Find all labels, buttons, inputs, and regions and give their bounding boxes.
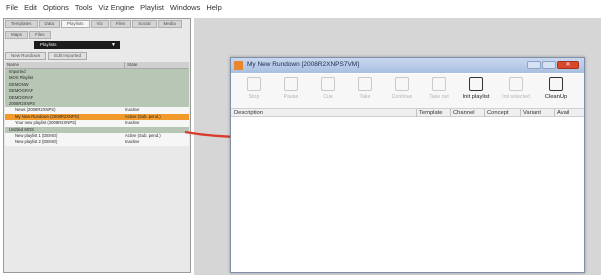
tree-row-state: Inactive	[125, 139, 140, 145]
column-divider[interactable]	[450, 109, 451, 117]
continue-icon	[395, 77, 409, 91]
take-button[interactable]: Take	[348, 75, 380, 107]
stop-button[interactable]: Stop	[237, 75, 269, 107]
playlist-panel: Templates Data Playlists Viz Files Socia…	[3, 18, 191, 273]
cleanup-label: CleanUp	[544, 94, 568, 100]
tab-viz[interactable]: Viz	[90, 20, 109, 28]
stop-label: Stop	[248, 94, 260, 100]
playlist-tree: Name State Imported MOS Playlist DEMONW DEM…	[5, 62, 189, 146]
menu-edit[interactable]: Edit	[24, 3, 37, 12]
column-variant[interactable]: Variant	[523, 110, 541, 116]
init-playlist-button[interactable]: Init playlist	[459, 75, 491, 107]
init-playlist-label: Init playlist	[462, 94, 490, 100]
column-concept[interactable]: Concept	[487, 110, 509, 116]
pause-label: Pause	[283, 94, 299, 100]
init-playlist-icon	[469, 77, 483, 91]
column-divider[interactable]	[416, 109, 417, 117]
column-divider[interactable]	[520, 109, 521, 117]
menu-bar: File Edit Options Tools Viz Engine Playl…	[0, 0, 601, 14]
rundown-toolbar: Stop Pause Cue Take Continue Take out In…	[231, 74, 584, 108]
tree-playlist-row[interactable]: New playlist 2 (DEMO) Inactive	[5, 139, 189, 146]
rundown-title: My New Rundown [2008R2XNPS7VM]	[247, 61, 359, 68]
tab-playlists[interactable]: Playlists	[61, 20, 90, 28]
cleanup-icon	[549, 77, 563, 91]
column-description[interactable]: Description	[234, 110, 263, 116]
menu-help[interactable]: Help	[206, 3, 221, 12]
new-rundown-button[interactable]: New Rundown	[5, 52, 47, 60]
panel-tabs: Templates Data Playlists Viz Files Socia…	[5, 20, 189, 40]
tree-column-state[interactable]: State	[125, 62, 138, 68]
tab-data[interactable]: Data	[38, 20, 61, 28]
menu-playlist[interactable]: Playlist	[140, 3, 164, 12]
cleanup-button[interactable]: CleanUp	[539, 75, 571, 107]
menu-options[interactable]: Options	[43, 3, 69, 12]
menu-viz-engine[interactable]: Viz Engine	[98, 3, 134, 12]
init-selected-icon	[509, 77, 523, 91]
menu-file[interactable]: File	[6, 3, 18, 12]
continue-label: Continue	[391, 94, 413, 100]
tab-maps[interactable]: Maps	[5, 30, 29, 39]
pause-button[interactable]: Pause	[274, 75, 306, 107]
playlist-dropdown-value: Playlists	[40, 42, 57, 47]
tree-row-name: New playlist 2 (DEMO)	[15, 139, 58, 145]
playlist-dropdown[interactable]: Playlists ▼	[34, 41, 120, 49]
cue-button[interactable]: Cue	[311, 75, 343, 107]
take-out-button[interactable]: Take out	[422, 75, 454, 107]
tab-files-2[interactable]: Files	[29, 30, 51, 39]
cue-label: Cue	[323, 94, 333, 100]
column-divider[interactable]	[484, 109, 485, 117]
close-button[interactable]: ✕	[557, 61, 579, 69]
maximize-button[interactable]	[542, 61, 556, 69]
take-label: Take	[359, 94, 371, 100]
chevron-down-icon: ▼	[111, 42, 116, 48]
column-channel[interactable]: Channel	[453, 110, 475, 116]
app-icon	[234, 61, 243, 70]
tab-files[interactable]: Files	[109, 20, 132, 28]
continue-button[interactable]: Continue	[385, 75, 417, 107]
menu-tools[interactable]: Tools	[75, 3, 93, 12]
rundown-titlebar[interactable]: My New Rundown [2008R2XNPS7VM] ✕	[231, 58, 584, 73]
take-out-icon	[432, 77, 446, 91]
take-icon	[358, 77, 372, 91]
edit-imported-button[interactable]: Edit Imported	[48, 52, 88, 60]
tab-social[interactable]: Social	[132, 20, 157, 28]
minimize-button[interactable]	[527, 61, 541, 69]
rundown-window: My New Rundown [2008R2XNPS7VM] ✕ Stop Pa…	[230, 57, 585, 273]
tree-column-name[interactable]: Name	[5, 62, 125, 68]
pause-icon	[284, 77, 298, 91]
menu-windows[interactable]: Windows	[170, 3, 200, 12]
tab-templates[interactable]: Templates	[5, 20, 38, 28]
init-selected-button[interactable]: Init selected	[499, 75, 531, 107]
column-divider[interactable]	[554, 109, 555, 117]
init-selected-label: Init selected	[502, 94, 530, 100]
cue-icon	[321, 77, 335, 91]
rundown-column-header: Description Template Channel Concept Var…	[231, 108, 584, 117]
close-icon: ✕	[565, 62, 571, 68]
stop-icon	[247, 77, 261, 91]
column-avail[interactable]: Avail	[557, 110, 569, 116]
tab-media[interactable]: Media	[157, 20, 182, 28]
tree-header: Name State	[5, 62, 189, 69]
column-template[interactable]: Template	[419, 110, 443, 116]
take-out-label: Take out	[429, 94, 449, 100]
panel-subtabs: New Rundown Edit Imported	[5, 52, 88, 60]
